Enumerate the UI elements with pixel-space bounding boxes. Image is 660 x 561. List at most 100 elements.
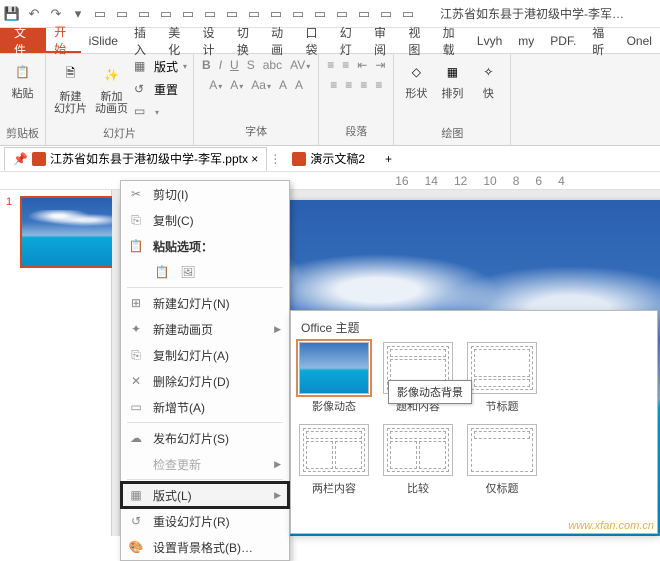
paste-pic-icon[interactable]: 🖼 (179, 263, 197, 281)
indent-dec-button[interactable]: ⇤ (357, 58, 367, 72)
shape-button[interactable]: ◇形状 (400, 56, 432, 102)
layout-title-only[interactable]: 仅标题 (467, 424, 537, 496)
tab-pdf[interactable]: PDF. (542, 28, 584, 53)
change-case-button[interactable]: Aa▾ (251, 78, 271, 92)
highlight-button[interactable]: A▾ (209, 78, 222, 92)
tab-addins[interactable]: 加载 (435, 28, 469, 53)
qat-icon-10[interactable]: ▭ (312, 5, 328, 23)
tab-animation[interactable]: 动画 (263, 28, 297, 53)
chevron-right-icon: ▶ (274, 324, 281, 335)
chevron-right-icon: ▶ (274, 490, 281, 501)
tab-slideshow[interactable]: 幻灯 (332, 28, 366, 53)
slideshow-icon[interactable]: ▭ (92, 5, 108, 23)
layout-sky[interactable]: 影像动态 (299, 342, 369, 414)
paste-keep-icon[interactable]: 📋 (153, 263, 171, 281)
ctx-check: 检查更新▶ (121, 451, 289, 477)
new-anim-button[interactable]: ✨ 新加 动画页 (93, 59, 130, 117)
italic-button[interactable]: I (219, 58, 222, 72)
doc-tab-add[interactable]: + (376, 147, 401, 171)
qat-icon-13[interactable]: ▭ (378, 5, 394, 23)
group-drawing: ◇形状 ▦排列 ✧快 绘图 (394, 54, 511, 145)
tab-my[interactable]: my (510, 28, 542, 53)
tab-start[interactable]: 开始 (46, 28, 80, 53)
qat-icon-4[interactable]: ▭ (180, 5, 196, 23)
ctx-reset-slide[interactable]: ↺重设幻灯片(R) (121, 508, 289, 534)
ctx-add-section[interactable]: ▭新增节(A) (121, 394, 289, 420)
tab-islide[interactable]: iSlide (81, 28, 126, 53)
ctx-copy[interactable]: ⎘复制(C) (121, 207, 289, 233)
slide-thumbnail-1[interactable] (20, 196, 116, 268)
layout-button[interactable]: ▦版式▾ (134, 58, 187, 75)
tooltip: 影像动态背景 (388, 380, 472, 404)
qat-icon-9[interactable]: ▭ (290, 5, 306, 23)
layout-section-header[interactable]: 节标题 (467, 342, 537, 414)
layout-two-col[interactable]: 两栏内容 (299, 424, 369, 496)
qat-icon-7[interactable]: ▭ (246, 5, 262, 23)
paste-button[interactable]: 📋 粘贴 (7, 56, 39, 102)
spacing-button[interactable]: AV▾ (290, 58, 310, 72)
tab-lvyh[interactable]: Lvyh (469, 28, 510, 53)
new-slide-button[interactable]: 🗎 新建 幻灯片 (52, 59, 89, 117)
bullets-button[interactable]: ≡ (327, 58, 334, 72)
quick-style-button[interactable]: ✧快 (472, 56, 504, 102)
tab-onel[interactable]: Onel (619, 28, 660, 53)
qat-icon-14[interactable]: ▭ (400, 5, 416, 23)
qat-icon-11[interactable]: ▭ (334, 5, 350, 23)
reset-button[interactable]: ↺重置 (134, 81, 187, 98)
ctx-dup-slide[interactable]: ⎘复制幻灯片(A) (121, 342, 289, 368)
strike-button[interactable]: S (247, 58, 255, 72)
doc-tab-1[interactable]: 📌江苏省如东县于港初级中学-李军.pptx × (4, 147, 267, 171)
ctx-cut[interactable]: ✂剪切(I) (121, 181, 289, 207)
grow-font-button[interactable]: A (279, 78, 287, 92)
qat-icon-5[interactable]: ▭ (202, 5, 218, 23)
group-slides-label: 幻灯片 (103, 125, 136, 143)
save-icon[interactable]: 💾 (4, 5, 20, 23)
group-clipboard-label: 剪贴板 (6, 125, 39, 143)
ctx-layout[interactable]: ▦版式(L)▶ (121, 482, 289, 508)
qat-more-icon[interactable]: ▾ (70, 5, 86, 23)
bold-button[interactable]: B (202, 58, 211, 72)
ctx-bg-format[interactable]: 🎨设置背景格式(B)… (121, 534, 289, 560)
undo-icon[interactable]: ↶ (26, 5, 42, 23)
doc-tab-2[interactable]: 演示文稿2 (283, 147, 374, 171)
new-slide-icon: 🗎 (57, 61, 85, 89)
ctx-publish[interactable]: ☁发布幻灯片(S) (121, 425, 289, 451)
tab-insert[interactable]: 插入 (126, 28, 160, 53)
align-justify-button[interactable]: ≡ (375, 78, 382, 92)
reset-icon: ↺ (127, 512, 145, 530)
align-left-button[interactable]: ≡ (330, 78, 337, 92)
tab-beautify[interactable]: 美化 (160, 28, 194, 53)
tab-review[interactable]: 审阅 (366, 28, 400, 53)
qat-icon-3[interactable]: ▭ (158, 5, 174, 23)
shadow-button[interactable]: abc (263, 58, 282, 72)
tab-transition[interactable]: 切换 (229, 28, 263, 53)
tab-fuxin[interactable]: 福昕 (584, 28, 618, 53)
underline-button[interactable]: U (230, 58, 239, 72)
ppt-icon (292, 152, 306, 166)
tab-design[interactable]: 设计 (195, 28, 229, 53)
layout-compare[interactable]: 比较 (383, 424, 453, 496)
ctx-del-slide[interactable]: ✕删除幻灯片(D) (121, 368, 289, 394)
doc-tab-menu-icon[interactable]: ⋮ (269, 152, 281, 166)
font-color-button[interactable]: A▾ (230, 78, 243, 92)
indent-inc-button[interactable]: ⇥ (375, 58, 385, 72)
ctx-new-slide[interactable]: ⊞新建幻灯片(N) (121, 290, 289, 316)
ctx-new-anim[interactable]: ✦新建动画页▶ (121, 316, 289, 342)
align-center-button[interactable]: ≡ (345, 78, 352, 92)
numbering-button[interactable]: ≡ (342, 58, 349, 72)
arrange-button[interactable]: ▦排列 (436, 56, 468, 102)
qat-icon-8[interactable]: ▭ (268, 5, 284, 23)
tab-view[interactable]: 视图 (400, 28, 434, 53)
section-button[interactable]: ▭▾ (134, 104, 187, 120)
thumbnail-image (22, 198, 114, 266)
tab-file[interactable]: 文件 (0, 28, 46, 53)
tab-pocket[interactable]: 口袋 (297, 28, 331, 53)
qat-icon-12[interactable]: ▭ (356, 5, 372, 23)
redo-icon[interactable]: ↷ (48, 5, 64, 23)
qat-icon-2[interactable]: ▭ (136, 5, 152, 23)
qat-icon-6[interactable]: ▭ (224, 5, 240, 23)
group-font: B I U S abc AV▾ A▾ A▾ Aa▾ A A 字体 (194, 54, 319, 145)
align-right-button[interactable]: ≡ (360, 78, 367, 92)
qat-icon-1[interactable]: ▭ (114, 5, 130, 23)
shrink-font-button[interactable]: A (295, 78, 303, 92)
